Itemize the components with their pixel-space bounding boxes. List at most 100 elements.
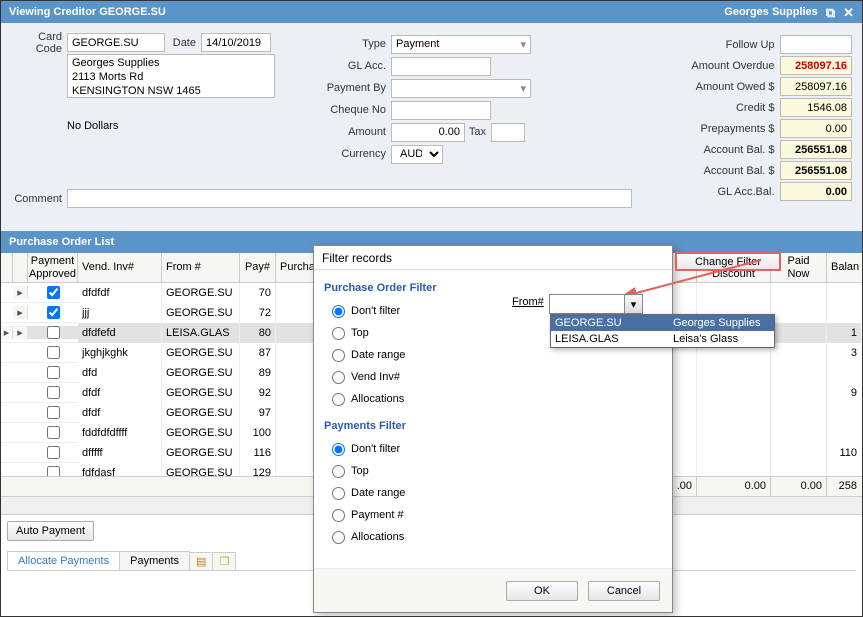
address-box: Georges Supplies 2113 Morts Rd KENSINGTO… — [67, 54, 275, 98]
tax-input[interactable] — [491, 123, 525, 142]
tab-allocate-payments[interactable]: Allocate Payments — [7, 551, 120, 570]
po-filter-dont[interactable] — [332, 305, 345, 318]
comment-label: Comment — [11, 193, 67, 205]
dialog-cancel-button[interactable]: Cancel — [588, 581, 660, 601]
cardcode-label: Card Code — [11, 31, 67, 55]
glacc-input[interactable] — [391, 57, 491, 76]
dialog-ok-button[interactable]: OK — [506, 581, 578, 601]
payment-approved-checkbox[interactable] — [28, 306, 78, 319]
payment-approved-checkbox[interactable] — [28, 346, 78, 359]
cell-from: GEORGE.SU — [162, 383, 240, 403]
address-line1: Georges Supplies — [72, 57, 270, 71]
dialog-title: Filter records — [314, 246, 672, 270]
type-value: Payment — [396, 38, 439, 50]
col-vendinv[interactable]: Vend. Inv# — [78, 253, 162, 282]
payment-approved-checkbox[interactable] — [28, 446, 78, 459]
payment-approved-checkbox[interactable] — [28, 286, 78, 299]
pay-filter-payment-label: Payment # — [351, 509, 404, 521]
from-filter-combo[interactable]: ▾ — [549, 294, 643, 314]
po-filter-daterange[interactable] — [332, 349, 345, 362]
dropdown-item[interactable]: LEISA.GLAS Leisa's Glass — [551, 331, 774, 347]
glaccbal-label: GL Acc.Bal. — [672, 186, 780, 198]
cell-balan: 110 — [827, 443, 861, 463]
cell-from: GEORGE.SU — [162, 343, 240, 363]
col-from[interactable]: From # — [162, 253, 240, 282]
cell-from: GEORGE.SU — [162, 363, 240, 383]
amount-overdue-value: 258097.16 — [780, 56, 852, 75]
cell-purcha — [276, 443, 316, 463]
col-payment-approved[interactable]: Payment Approved — [28, 253, 78, 282]
dropdown-item-code: GEORGE.SU — [555, 317, 673, 329]
followup-label: Follow Up — [672, 39, 780, 51]
total-balan: 258 — [827, 477, 861, 496]
address-line2: 2113 Morts Rd — [72, 71, 270, 85]
chevron-down-icon: ▾ — [520, 82, 526, 95]
cell-balan — [827, 363, 861, 383]
cell-purcha — [276, 323, 316, 343]
pay-filter-top[interactable] — [332, 465, 345, 478]
cell-pay: 70 — [240, 283, 276, 303]
pay-filter-dont[interactable] — [332, 443, 345, 456]
accountbal-label: Account Bal. $ — [672, 144, 780, 156]
cell-vendinv: dfffff — [78, 443, 162, 463]
po-filter-allocations-label: Allocations — [351, 393, 404, 405]
po-filter-allocations[interactable] — [332, 393, 345, 406]
cell-pay: 89 — [240, 363, 276, 383]
expand-icon[interactable]: ⧉ — [826, 6, 835, 19]
pay-filter-daterange[interactable] — [332, 487, 345, 500]
type-label: Type — [315, 38, 391, 50]
cell-pay: 80 — [240, 323, 276, 343]
pay-filter-allocations[interactable] — [332, 531, 345, 544]
cell-pay: 97 — [240, 403, 276, 423]
po-filter-vendinv[interactable] — [332, 371, 345, 384]
tab-payments[interactable]: Payments — [119, 551, 190, 570]
cell-from: GEORGE.SU — [162, 443, 240, 463]
pay-filter-payment[interactable] — [332, 509, 345, 522]
cell-purcha — [276, 403, 316, 423]
auto-payment-button[interactable]: Auto Payment — [7, 521, 94, 541]
payment-approved-checkbox[interactable] — [28, 326, 78, 339]
paymentby-label: Payment By — [315, 82, 391, 94]
payment-approved-checkbox[interactable] — [28, 426, 78, 439]
paymentby-select[interactable]: ▾ — [391, 79, 531, 98]
cell-pay: 100 — [240, 423, 276, 443]
cell-vendinv: fddfdfdffff — [78, 423, 162, 443]
currency-select[interactable]: AUD — [391, 145, 443, 164]
comment-input[interactable] — [67, 189, 632, 208]
cell-purcha — [276, 383, 316, 403]
payment-approved-checkbox[interactable] — [28, 406, 78, 419]
tab-document-icon[interactable]: ▤ — [189, 552, 213, 570]
amount-words: No Dollars — [11, 120, 281, 132]
followup-value[interactable] — [780, 35, 852, 54]
type-select[interactable]: Payment ▾ — [391, 35, 531, 54]
tab-copy-icon[interactable]: ❐ — [212, 552, 236, 570]
dropdown-item[interactable]: GEORGE.SU Georges Supplies — [551, 315, 774, 331]
amount-overdue-label: Amount Overdue — [672, 60, 780, 72]
total-paidnow: 0.00 — [771, 477, 827, 496]
payment-approved-checkbox[interactable] — [28, 386, 78, 399]
close-icon[interactable]: ✕ — [843, 6, 854, 19]
cell-vendinv: dfd — [78, 363, 162, 383]
credit-value: 1546.08 — [780, 98, 852, 117]
col-balan[interactable]: Balan — [827, 253, 861, 282]
cell-from: GEORGE.SU — [162, 423, 240, 443]
amount-label: Amount — [315, 126, 391, 138]
from-filter-dropdown[interactable]: GEORGE.SU Georges Supplies LEISA.GLAS Le… — [550, 314, 775, 348]
payment-approved-checkbox[interactable] — [28, 366, 78, 379]
pay-filter-top-label: Top — [351, 465, 369, 477]
cell-from: GEORGE.SU — [162, 283, 240, 303]
po-filter-top[interactable] — [332, 327, 345, 340]
col-pay[interactable]: Pay# — [240, 253, 276, 282]
expand-icon[interactable]: ▸ — [13, 286, 28, 299]
expand-icon[interactable]: ▸ — [13, 306, 28, 319]
cell-pay: 72 — [240, 303, 276, 323]
chequeno-input[interactable] — [391, 101, 491, 120]
amount-input[interactable]: 0.00 — [391, 123, 465, 142]
cell-vendinv: dfdfdf — [78, 283, 162, 303]
expand-icon[interactable]: ▸ — [13, 326, 28, 339]
change-filter-button[interactable]: Change Filter — [675, 252, 781, 271]
cell-balan — [827, 283, 861, 303]
pay-filter-allocations-label: Allocations — [351, 531, 404, 543]
dropdown-item-code: LEISA.GLAS — [555, 333, 673, 345]
col-purcha[interactable]: Purcha — [276, 253, 316, 282]
